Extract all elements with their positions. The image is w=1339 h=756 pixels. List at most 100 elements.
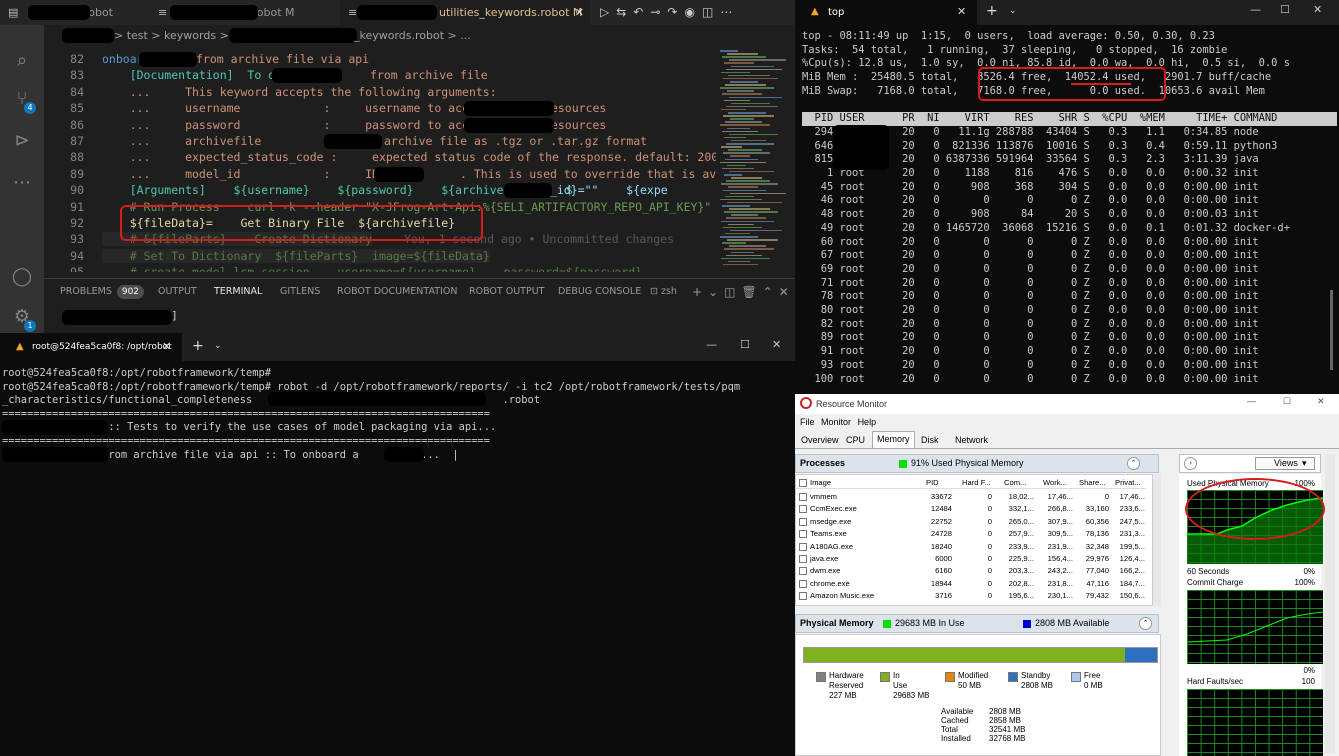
table-cell: 233,6... xyxy=(1119,504,1145,514)
tab-network[interactable]: Network xyxy=(951,433,992,448)
close-icon[interactable]: ✕ xyxy=(772,338,781,351)
row-checkbox[interactable] xyxy=(799,505,807,514)
split-editor-icon[interactable]: ◫ xyxy=(702,5,720,19)
minimize-icon[interactable]: — xyxy=(706,338,717,351)
row-checkbox[interactable] xyxy=(799,530,807,539)
column-header[interactable]: Com... xyxy=(1004,477,1026,489)
column-header[interactable]: PID xyxy=(926,477,939,489)
chevron-down-icon[interactable]: ⌄ xyxy=(1009,6,1017,16)
tab-cpu[interactable]: CPU xyxy=(842,433,869,448)
linux-icon: ▲ xyxy=(811,6,819,17)
minimize-icon[interactable]: — xyxy=(1250,3,1261,16)
expand-icon[interactable]: › xyxy=(1184,457,1197,470)
collapse-icon[interactable]: ⌃ xyxy=(1139,617,1152,630)
table-cell: 195,6... xyxy=(1008,591,1034,601)
tab-output[interactable]: OUTPUT xyxy=(158,279,197,305)
column-header[interactable]: Work... xyxy=(1043,477,1067,489)
next-change-icon[interactable]: ↷ xyxy=(667,5,684,19)
maximize-icon[interactable]: ☐ xyxy=(740,338,750,351)
top-tab[interactable]: ▲ top ✕ xyxy=(795,0,977,25)
tab-overview[interactable]: Overview xyxy=(797,433,843,448)
run-icon[interactable]: ▷ xyxy=(600,5,616,19)
prev-change-icon[interactable]: ↶ xyxy=(633,5,650,19)
terminal-shell-selector[interactable]: ⊡ zsh xyxy=(650,279,677,305)
select-all-checkbox[interactable] xyxy=(799,479,807,487)
maximize-icon[interactable]: ☐ xyxy=(1283,396,1291,407)
compare-icon[interactable]: ⇆ xyxy=(616,5,633,19)
close-tab-icon[interactable]: ✕ xyxy=(162,340,171,353)
table-row[interactable]: CcmExec.exe 12484 0 332,1... 266,8... 33,160 2… xyxy=(796,503,1146,515)
table-row[interactable]: chrome.exe 18944 0 202,8... 231,8... 47,116 18… xyxy=(796,578,1146,590)
linux-icon: ▲ xyxy=(16,341,24,352)
table-row[interactable]: Amazon Music.exe 3716 0 195,6... 230,1... 79,… xyxy=(796,590,1146,602)
git-blame: You, 1 second ago • Uncommitted changes xyxy=(404,232,675,247)
close-icon[interactable]: ✕ xyxy=(1317,396,1325,407)
tab-terminal[interactable]: TERMINAL xyxy=(214,279,263,305)
run-debug-icon[interactable]: ⊳ xyxy=(10,129,34,153)
tab-gitlens[interactable]: GITLENS xyxy=(280,279,320,305)
tab-memory[interactable]: Memory xyxy=(872,431,915,448)
search-icon[interactable]: ⌕ xyxy=(10,49,34,73)
terminal-area[interactable]: ] xyxy=(44,304,795,333)
row-checkbox[interactable] xyxy=(799,493,807,501)
scrollbar[interactable] xyxy=(1330,290,1333,370)
maximize-icon[interactable]: ☐ xyxy=(1280,3,1290,16)
row-checkbox[interactable] xyxy=(799,542,807,551)
close-tab-icon[interactable]: ✕ xyxy=(957,5,966,18)
scrollbar[interactable] xyxy=(1325,454,1335,754)
code-fragment: . This is used to override that is avai xyxy=(460,166,716,181)
collapse-icon[interactable]: ⌃ xyxy=(1127,457,1140,470)
table-cell: 0 xyxy=(987,492,992,501)
scrollbar[interactable] xyxy=(1153,474,1161,606)
go-icon[interactable]: ⊸ xyxy=(650,5,667,19)
editor-actions[interactable]: ▷⇆↶⊸↷◉◫⋯ xyxy=(600,5,739,19)
column-header[interactable]: Privat... xyxy=(1115,477,1141,489)
terminal-tab[interactable]: ▲ root@524fea5ca0f8: /opt/robot ✕ xyxy=(0,333,182,361)
row-checkbox[interactable] xyxy=(799,555,807,563)
more-actions-icon[interactable]: ⋯ xyxy=(720,5,739,19)
table-row[interactable]: vmmem 33672 0 18,02... 17,46... 0 17,46... xyxy=(796,491,1146,503)
table-row[interactable]: A180AG.exe 18240 0 233,9... 231,9... 32,348 19… xyxy=(796,541,1146,553)
chevron-down-icon[interactable]: ▾ xyxy=(1302,458,1307,469)
minimap[interactable] xyxy=(716,50,788,272)
redacted-block xyxy=(2,447,108,462)
new-tab-icon[interactable]: + xyxy=(192,338,204,354)
chevron-down-icon[interactable]: ⌄ xyxy=(214,341,222,351)
menu-file[interactable]: File xyxy=(800,417,815,427)
processes-header[interactable]: Processes 91% Used Physical Memory ⌃ xyxy=(795,454,1159,473)
column-header[interactable]: Share... xyxy=(1079,477,1106,489)
table-row[interactable]: msedge.exe 22752 0 265,0... 307,9... 60,356 24… xyxy=(796,516,1146,528)
close-icon[interactable]: ✕ xyxy=(1313,3,1322,16)
tab-robot-output[interactable]: ROBOT OUTPUT xyxy=(469,279,544,305)
menu-help[interactable]: Help xyxy=(858,417,877,427)
top-output[interactable]: top - 08:11:49 up 1:15, 0 users, load av… xyxy=(802,30,1337,386)
table-cell: 265,0... xyxy=(1008,516,1034,526)
table-row[interactable]: dwm.exe 6160 0 203,3... 243,2... 77,040 166,2.… xyxy=(796,565,1146,577)
row-checkbox[interactable] xyxy=(799,567,807,576)
column-header[interactable]: Image xyxy=(810,477,831,489)
account-icon[interactable]: ◯ xyxy=(10,265,34,289)
menu-monitor[interactable]: Monitor xyxy=(821,417,851,427)
tab-robot-documentation[interactable]: ROBOT DOCUMENTATION xyxy=(337,279,457,305)
panel-actions[interactable]: +⌄◫🗑︎⌃✕ xyxy=(692,279,795,305)
tab-debug-console[interactable]: DEBUG CONSOLE xyxy=(558,279,641,305)
tab-problems[interactable]: PROBLEMS 902 xyxy=(60,279,145,305)
row-checkbox[interactable] xyxy=(799,579,807,588)
row-checkbox[interactable] xyxy=(799,592,807,601)
new-tab-icon[interactable]: + xyxy=(986,3,998,19)
column-header[interactable]: Hard F... xyxy=(962,477,991,489)
table-row[interactable]: java.exe 6000 0 225,9... 156,4... 29,976 126,4… xyxy=(796,553,1146,565)
tab-disk[interactable]: Disk xyxy=(917,433,943,448)
close-tab-icon[interactable]: ✕ xyxy=(575,0,584,25)
processes-table[interactable]: Image PID Hard F... Com... Work... Share... Pr… xyxy=(795,474,1153,606)
minimize-icon[interactable]: — xyxy=(1247,396,1256,406)
rm-titlebar: Resource Monitor — ☐ ✕ xyxy=(795,394,1339,414)
code-editor[interactable]: 82 onboard from archive file via api 83 [Do… xyxy=(44,50,716,272)
row-checkbox[interactable] xyxy=(799,517,807,526)
breadcrumb[interactable]: > test > keywords > _keywords.robot > ..… xyxy=(44,25,795,47)
physical-memory-header[interactable]: Physical Memory 29683 MB In Use 2808 MB … xyxy=(795,614,1159,633)
more-icon[interactable]: ⋯ xyxy=(10,171,34,195)
table-row[interactable]: Teams.exe 24728 0 257,9... 309,5... 78,136 231… xyxy=(796,528,1146,540)
code-line: # Run Process curl -k --header "X-JFrog-… xyxy=(102,199,716,214)
timeline-icon[interactable]: ◉ xyxy=(684,5,701,19)
